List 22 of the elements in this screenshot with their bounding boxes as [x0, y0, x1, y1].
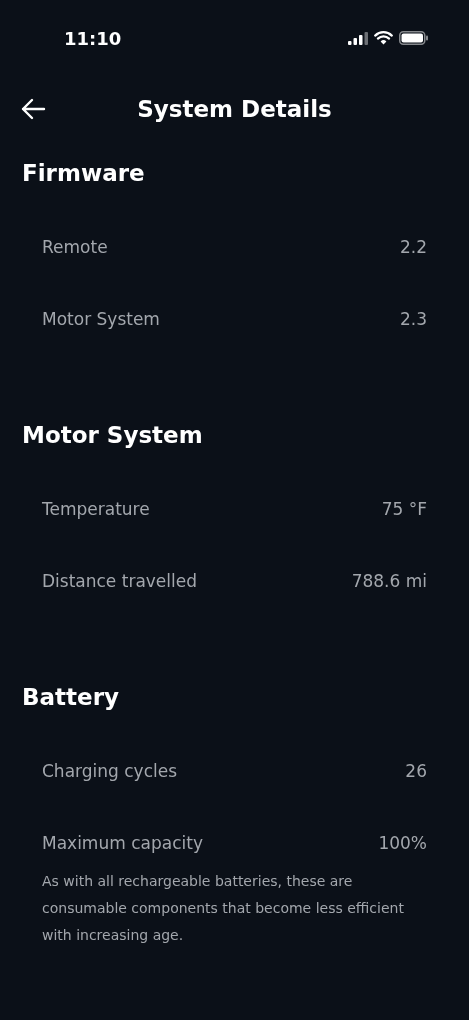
- row-value: 100%: [378, 832, 427, 856]
- signal-icon: [348, 31, 368, 45]
- back-arrow-icon: [20, 98, 46, 120]
- row-label: Charging cycles: [42, 760, 178, 784]
- row-value: 788.6 mi: [351, 570, 427, 594]
- row-label: Temperature: [42, 498, 150, 522]
- status-time: 11:10: [64, 26, 122, 51]
- row-label: Maximum capacity: [42, 832, 203, 856]
- section-heading: Battery: [21, 683, 120, 712]
- section-heading: Motor System: [21, 421, 204, 450]
- row-value: 75 °F: [381, 498, 427, 522]
- row-label: Remote: [42, 236, 108, 260]
- row-value: 26: [405, 760, 427, 784]
- battery-icon: [399, 31, 429, 45]
- row-value: 2.2: [399, 236, 427, 260]
- row-label: Distance travelled: [42, 570, 198, 594]
- battery-note: As with all rechargeable batteries, these are consumable components that become less efficient with increasing age.: [41, 872, 405, 945]
- wifi-icon: [374, 31, 393, 45]
- row-value: 2.3: [399, 308, 427, 332]
- screen-title: System Details: [137, 94, 332, 124]
- section-heading: Firmware: [21, 159, 146, 188]
- row-label: Motor System: [42, 308, 160, 332]
